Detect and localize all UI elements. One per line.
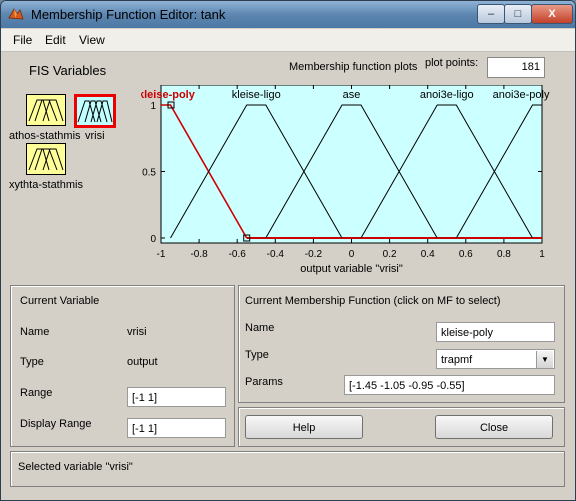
- current-variable-title: Current Variable: [20, 295, 100, 307]
- matlab-icon: [8, 8, 24, 20]
- x-tick-label: 0.6: [459, 249, 473, 260]
- variable-athos-stathmis-icon[interactable]: [26, 94, 66, 126]
- dropdown-arrow-icon: ▼: [536, 351, 553, 368]
- fis-variables-title: FIS Variables: [29, 63, 107, 78]
- x-tick-label: -1: [157, 249, 166, 260]
- x-tick-label: 0.8: [497, 249, 511, 260]
- status-panel: Selected variable "vrisi": [10, 451, 565, 487]
- x-tick-label: -0.2: [305, 249, 323, 260]
- buttons-panel: Help Close: [238, 407, 565, 447]
- help-button[interactable]: Help: [245, 415, 363, 439]
- close-window-button[interactable]: X: [531, 4, 573, 24]
- variable-label-vrisi: vrisi: [85, 130, 105, 142]
- x-tick-label: 0: [349, 249, 355, 260]
- mf-label-anoi3e-ligo: anoi3e-ligo: [420, 89, 474, 101]
- mf-name-label: Name: [245, 322, 275, 334]
- mf-label-ase: ase: [343, 89, 361, 101]
- title-bar[interactable]: Membership Function Editor: tank – □ X: [1, 1, 575, 28]
- mf-name-input[interactable]: kleise-poly: [436, 322, 555, 342]
- minimize-button[interactable]: –: [477, 4, 505, 24]
- current-mf-panel: Current Membership Function (click on MF…: [238, 285, 565, 403]
- mf-editor-window: Membership Function Editor: tank – □ X F…: [0, 0, 576, 501]
- mf-type-select[interactable]: trapmf ▼: [436, 349, 555, 369]
- current-variable-panel: Current Variable Name vrisi Type output …: [10, 285, 235, 447]
- x-tick-label: 0.4: [421, 249, 435, 260]
- plot-area: [160, 85, 543, 244]
- variable-label-xythta-stathmis: xythta-stathmis: [9, 179, 83, 191]
- current-mf-title: Current Membership Function (click on MF…: [245, 295, 501, 307]
- variable-vrisi-icon[interactable]: [74, 94, 116, 128]
- x-tick-label: -0.8: [190, 249, 208, 260]
- mf-thumbnail-icon: [28, 148, 64, 171]
- display-range-input[interactable]: [-1 1]: [127, 418, 226, 438]
- mf-label-anoi3e-poly: anoi3e-poly: [493, 89, 550, 101]
- menu-file[interactable]: File: [13, 33, 32, 47]
- range-input[interactable]: [-1 1]: [127, 387, 226, 407]
- mf-type-value: trapmf: [441, 354, 473, 366]
- variable-xythta-stathmis-icon[interactable]: [26, 143, 66, 175]
- close-button[interactable]: Close: [435, 415, 553, 439]
- maximize-button[interactable]: □: [504, 4, 532, 24]
- plot-points-label: plot points:: [425, 57, 479, 69]
- mf-thumbnail-icon: [77, 100, 113, 123]
- status-text: Selected variable "vrisi": [18, 461, 133, 473]
- menu-edit[interactable]: Edit: [45, 33, 66, 47]
- mf-thumbnail-icon: [28, 99, 64, 122]
- cv-display-range-label: Display Range: [20, 418, 92, 430]
- window-title: Membership Function Editor: tank: [31, 7, 226, 22]
- menu-bar: File Edit View: [1, 29, 575, 52]
- variable-label-athos-stathmis: athos-stathmis: [9, 130, 81, 142]
- mf-params-input[interactable]: [-1.45 -1.05 -0.95 -0.55]: [344, 375, 555, 395]
- x-axis-label: output variable "vrisi": [300, 263, 403, 275]
- cv-type-value: output: [127, 356, 158, 368]
- cv-name-label: Name: [20, 326, 50, 338]
- mf-label-kleise-ligo: kleise-ligo: [232, 89, 281, 101]
- membership-function-plot[interactable]: -1 -0.8 -0.6 -0.4 -0.2 0 0.2 0.4 0.6 0.8 100.51kle…: [141, 85, 561, 285]
- menu-view[interactable]: View: [79, 33, 105, 47]
- x-tick-label: -0.6: [229, 249, 247, 260]
- mf-type-label: Type: [245, 349, 269, 361]
- mf-params-label: Params: [245, 376, 283, 388]
- y-tick-label: 0: [150, 234, 156, 245]
- cv-type-label: Type: [20, 356, 44, 368]
- y-tick-label: 0.5: [142, 168, 156, 179]
- x-tick-label: 1: [539, 249, 545, 260]
- x-tick-label: -0.4: [267, 249, 285, 260]
- plot-points-input[interactable]: 181: [487, 57, 545, 78]
- cv-range-label: Range: [20, 387, 53, 399]
- y-tick-label: 1: [150, 101, 156, 112]
- mf-label-kleise-poly: kleise-poly: [141, 89, 196, 101]
- cv-name-value: vrisi: [127, 326, 147, 338]
- x-tick-label: 0.2: [383, 249, 397, 260]
- mf-plots-title: Membership function plots: [289, 61, 418, 73]
